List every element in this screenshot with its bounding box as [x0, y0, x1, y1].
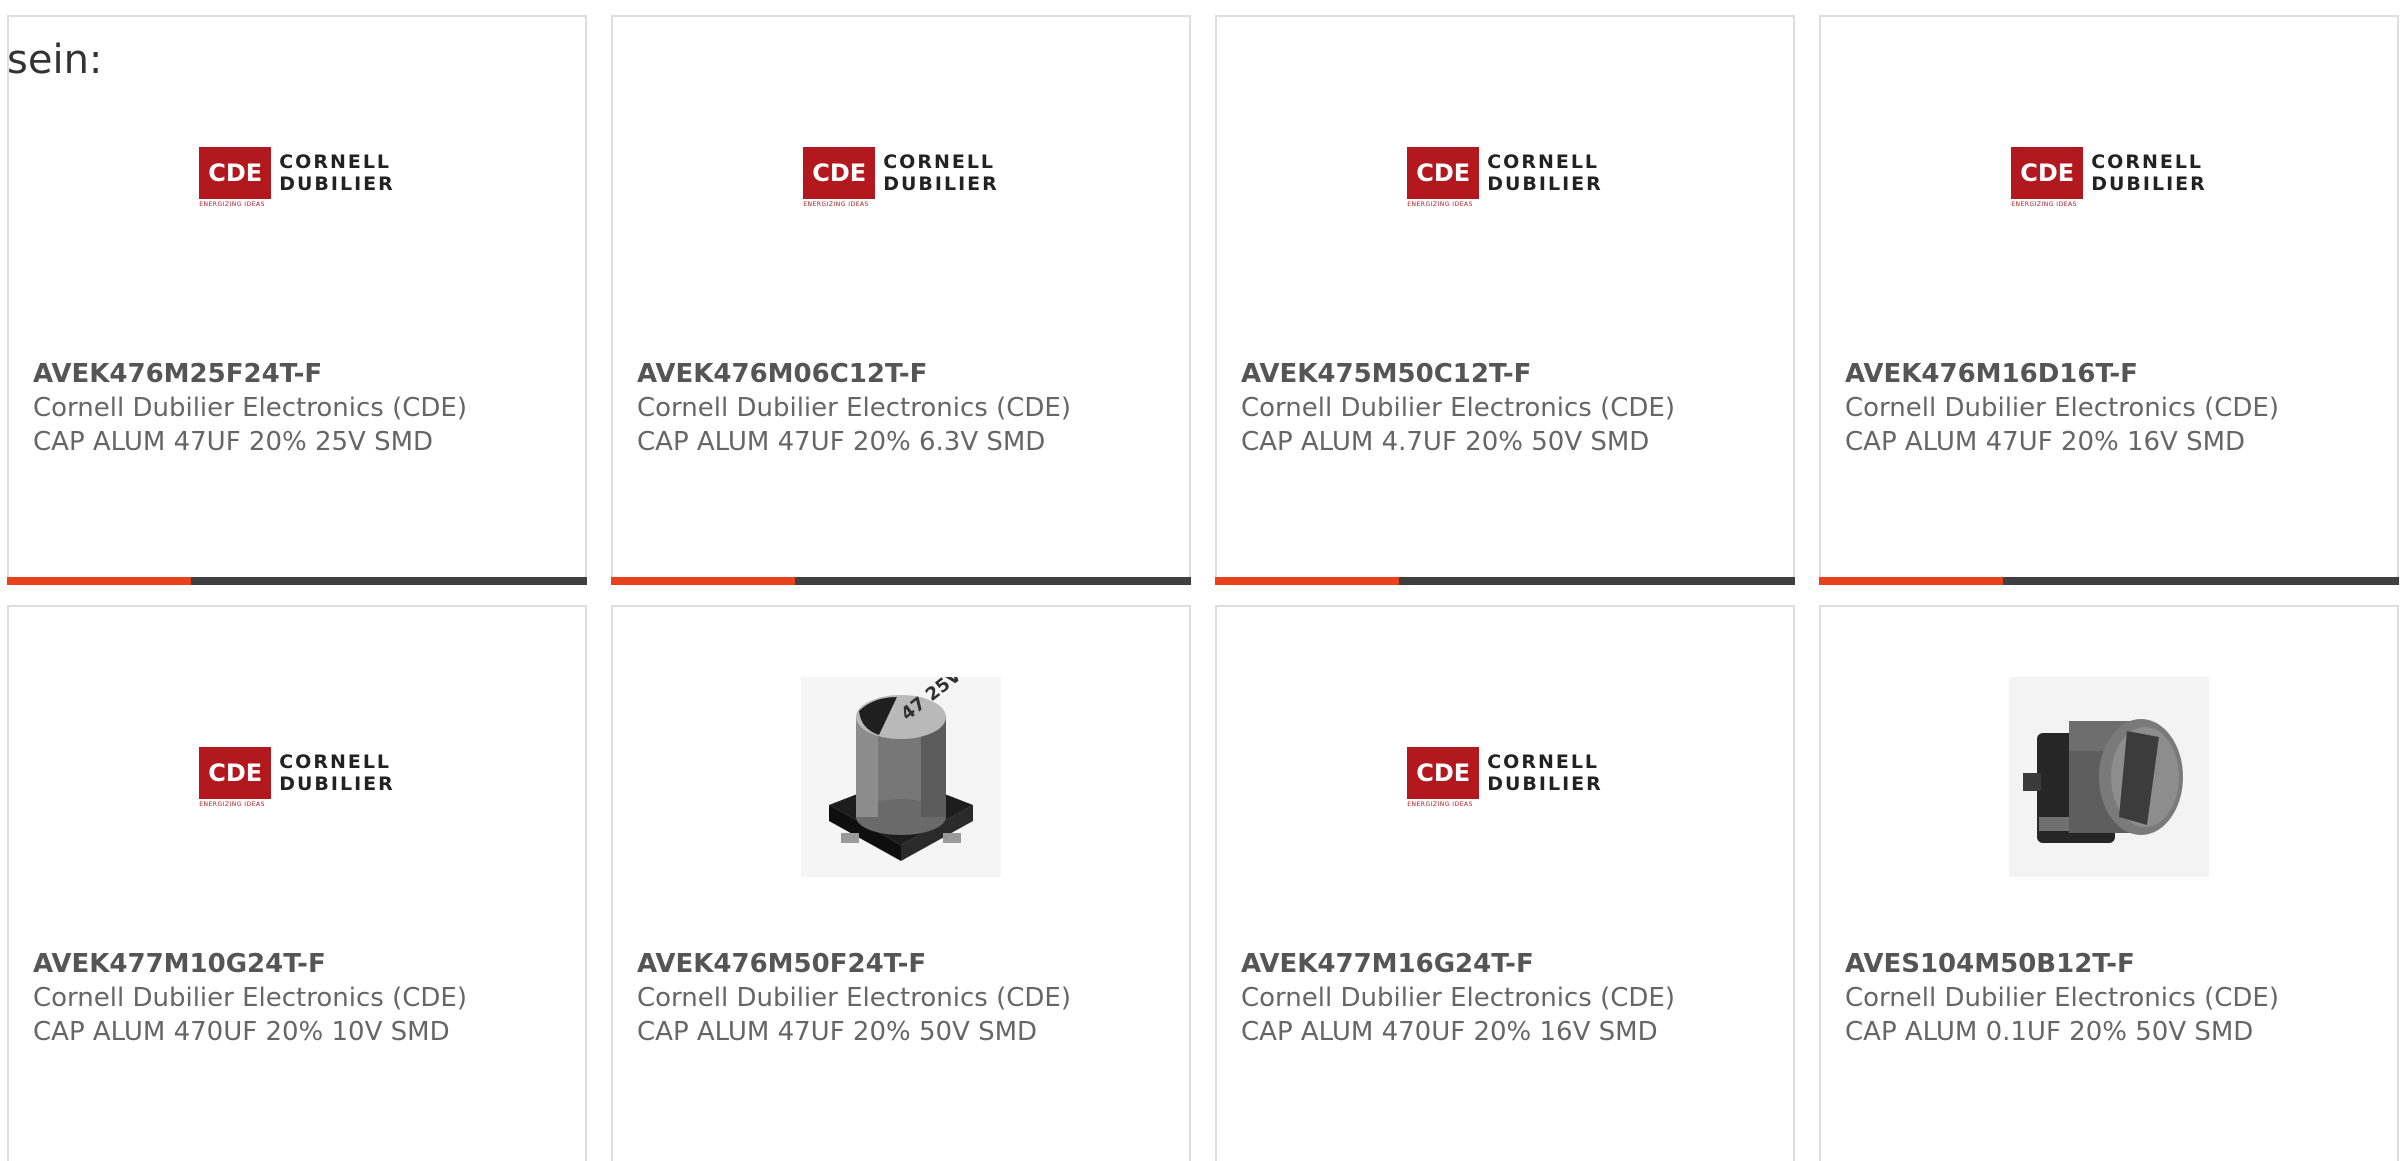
product-grid-page: sein: CDE CORNELL DUBILIER ENERGIZING ID…	[0, 0, 2400, 1161]
product-image	[1821, 677, 2397, 877]
cde-logo-mark: CDE	[199, 146, 272, 199]
manufacturer-name: Cornell Dubilier Electronics (CDE)	[33, 983, 467, 1013]
product-description: CAP ALUM 4.7UF 20% 50V SMD	[1241, 427, 1650, 457]
cde-logo: CDE CORNELL DUBILIER ENERGIZING IDEAS	[199, 746, 395, 808]
cde-logo: CDE CORNELL DUBILIER ENERGIZING IDEAS	[803, 146, 999, 208]
cde-logo-mark: CDE	[1407, 746, 1480, 799]
manufacturer-name: Cornell Dubilier Electronics (CDE)	[637, 983, 1071, 1013]
product-image: CDE CORNELL DUBILIER ENERGIZING IDEAS	[613, 77, 1189, 277]
manufacturer-name: Cornell Dubilier Electronics (CDE)	[1845, 983, 2279, 1013]
card-accent-bar	[1215, 577, 1795, 585]
capacitor-photo: 47 25V	[801, 677, 1001, 877]
product-card[interactable]: AVES104M50B12T-F Cornell Dubilier Electr…	[1819, 605, 2399, 1161]
card-accent-bar	[1819, 577, 2399, 585]
cde-logo: CDE CORNELL DUBILIER ENERGIZING IDEAS	[1407, 746, 1603, 808]
manufacturer-name: Cornell Dubilier Electronics (CDE)	[1845, 393, 2279, 423]
product-card[interactable]: CDE CORNELL DUBILIER ENERGIZING IDEAS AV…	[7, 605, 587, 1161]
product-description: CAP ALUM 0.1UF 20% 50V SMD	[1845, 1017, 2254, 1047]
card-accent-bar	[7, 577, 587, 585]
lead-text: sein:	[7, 37, 103, 83]
cde-logo-mark: CDE	[2011, 146, 2084, 199]
product-image: 47 25V	[613, 677, 1189, 877]
product-description: CAP ALUM 470UF 20% 16V SMD	[1241, 1017, 1658, 1047]
product-image: CDE CORNELL DUBILIER ENERGIZING IDEAS	[9, 677, 585, 877]
part-number-link[interactable]: AVES104M50B12T-F	[1845, 947, 2387, 981]
product-card[interactable]: CDE CORNELL DUBILIER ENERGIZING IDEAS AV…	[1819, 15, 2399, 585]
cde-logo: CDE CORNELL DUBILIER ENERGIZING IDEAS	[199, 146, 395, 208]
cde-logo-mark: CDE	[199, 746, 272, 799]
product-image: CDE CORNELL DUBILIER ENERGIZING IDEAS	[1217, 77, 1793, 277]
part-number-link[interactable]: AVEK477M10G24T-F	[33, 947, 575, 981]
part-number-link[interactable]: AVEK476M16D16T-F	[1845, 357, 2387, 391]
product-image: CDE CORNELL DUBILIER ENERGIZING IDEAS	[9, 77, 585, 277]
cde-logo: CDE CORNELL DUBILIER ENERGIZING IDEAS	[1407, 146, 1603, 208]
product-card[interactable]: CDE CORNELL DUBILIER ENERGIZING IDEAS AV…	[1215, 605, 1795, 1161]
part-number-link[interactable]: AVEK476M25F24T-F	[33, 357, 575, 391]
part-number-link[interactable]: AVEK476M50F24T-F	[637, 947, 1179, 981]
product-card[interactable]: CDE CORNELL DUBILIER ENERGIZING IDEAS AV…	[7, 15, 587, 585]
manufacturer-name: Cornell Dubilier Electronics (CDE)	[1241, 393, 1675, 423]
product-card[interactable]: CDE CORNELL DUBILIER ENERGIZING IDEAS AV…	[1215, 15, 1795, 585]
product-description: CAP ALUM 47UF 20% 50V SMD	[637, 1017, 1038, 1047]
manufacturer-name: Cornell Dubilier Electronics (CDE)	[637, 393, 1071, 423]
cde-logo-mark: CDE	[1407, 146, 1480, 199]
product-image: CDE CORNELL DUBILIER ENERGIZING IDEAS	[1821, 77, 2397, 277]
part-number-link[interactable]: AVEK476M06C12T-F	[637, 357, 1179, 391]
manufacturer-name: Cornell Dubilier Electronics (CDE)	[1241, 983, 1675, 1013]
product-image: CDE CORNELL DUBILIER ENERGIZING IDEAS	[1217, 677, 1793, 877]
part-number-link[interactable]: AVEK475M50C12T-F	[1241, 357, 1783, 391]
part-number-link[interactable]: AVEK477M16G24T-F	[1241, 947, 1783, 981]
cde-logo: CDE CORNELL DUBILIER ENERGIZING IDEAS	[2011, 146, 2207, 208]
product-card[interactable]: 47 25V AVEK476M50F24T-F Cornell Dubilier…	[611, 605, 1191, 1161]
product-description: CAP ALUM 47UF 20% 25V SMD	[33, 427, 434, 457]
product-description: CAP ALUM 47UF 20% 6.3V SMD	[637, 427, 1046, 457]
product-description: CAP ALUM 470UF 20% 10V SMD	[33, 1017, 450, 1047]
product-description: CAP ALUM 47UF 20% 16V SMD	[1845, 427, 2246, 457]
cde-logo-mark: CDE	[803, 146, 876, 199]
card-accent-bar	[611, 577, 1191, 585]
manufacturer-name: Cornell Dubilier Electronics (CDE)	[33, 393, 467, 423]
capacitor-side-photo	[2009, 677, 2209, 877]
product-card[interactable]: CDE CORNELL DUBILIER ENERGIZING IDEAS AV…	[611, 15, 1191, 585]
